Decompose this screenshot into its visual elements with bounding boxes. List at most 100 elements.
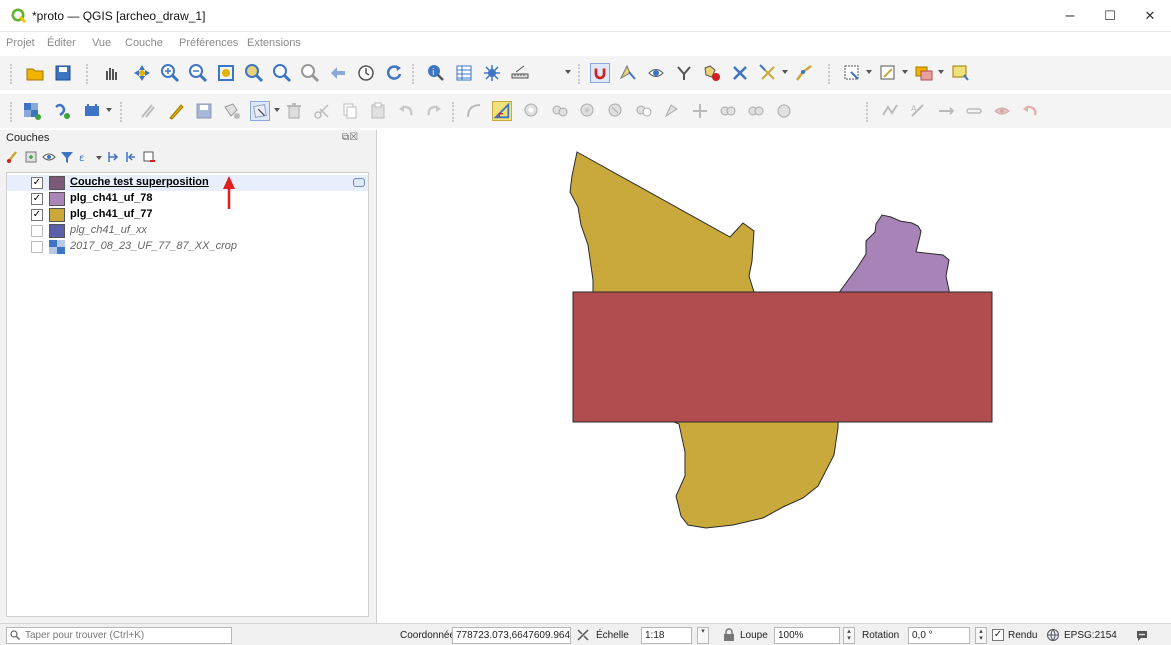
merge-features-icon[interactable] bbox=[774, 101, 794, 121]
menu-couche[interactable]: Couche bbox=[125, 37, 163, 49]
toolbar-grip[interactable] bbox=[452, 102, 455, 122]
select-feature-icon[interactable] bbox=[618, 63, 638, 83]
polygon-couche-test-superposition[interactable] bbox=[572, 291, 993, 423]
zoom-full-icon[interactable] bbox=[216, 63, 236, 83]
temporal-controller-icon[interactable] bbox=[356, 63, 376, 83]
annotation-dropdown-icon[interactable] bbox=[902, 70, 908, 74]
menu-vue[interactable]: Vue bbox=[92, 37, 111, 49]
vertex-tool-icon[interactable] bbox=[250, 101, 270, 121]
layer-row-couche-test-superposition[interactable]: ✓ Couche test superposition bbox=[7, 175, 368, 191]
advanced-digitizing-icon[interactable] bbox=[492, 101, 512, 121]
digitize-curve-icon[interactable] bbox=[464, 101, 484, 121]
annotation-icon[interactable] bbox=[878, 63, 898, 83]
link-label-icon[interactable] bbox=[964, 101, 984, 121]
toolbar-grip[interactable] bbox=[10, 102, 13, 122]
rotate-label-icon[interactable]: A bbox=[908, 101, 928, 121]
vertex-dropdown-icon[interactable] bbox=[274, 108, 280, 112]
menu-projet[interactable]: Projet bbox=[6, 37, 35, 49]
toolbar-grip[interactable] bbox=[412, 64, 415, 84]
panel-float-close-buttons[interactable]: ⧉☒ bbox=[342, 132, 358, 143]
add-group-icon[interactable] bbox=[24, 150, 38, 164]
menu-preferences[interactable]: Préférences bbox=[179, 37, 238, 49]
add-plugin-layer-icon[interactable] bbox=[82, 101, 102, 121]
menu-editer[interactable]: Éditer bbox=[47, 37, 76, 49]
move-label-icon[interactable] bbox=[936, 101, 956, 121]
expand-all-icon[interactable] bbox=[106, 150, 120, 164]
add-part-icon[interactable] bbox=[550, 101, 570, 121]
reshape-icon[interactable] bbox=[662, 101, 682, 121]
manage-map-themes-icon[interactable] bbox=[42, 150, 56, 164]
clear-selection-icon[interactable] bbox=[730, 63, 750, 83]
add-raster-icon[interactable] bbox=[22, 101, 42, 121]
delete-part-icon[interactable] bbox=[634, 101, 654, 121]
coordinate-field[interactable]: 778723.073,6647609.964 bbox=[452, 627, 571, 644]
filter-legend-icon[interactable] bbox=[60, 150, 74, 164]
lock-scale-icon[interactable] bbox=[722, 628, 736, 642]
pan-to-selection-icon[interactable] bbox=[132, 63, 152, 83]
toolbar-grip[interactable] bbox=[578, 64, 581, 84]
layer-visibility-checkbox[interactable] bbox=[31, 225, 43, 237]
scale-dropdown-button[interactable]: ▾ bbox=[697, 627, 709, 644]
zoom-native-icon[interactable] bbox=[300, 63, 320, 83]
select-by-value-icon[interactable] bbox=[646, 63, 666, 83]
magnifier-field[interactable]: 100% bbox=[774, 627, 840, 644]
open-project-icon[interactable] bbox=[25, 63, 45, 83]
zoom-out-icon[interactable] bbox=[188, 63, 208, 83]
save-edits-icon[interactable] bbox=[194, 101, 214, 121]
measure-icon[interactable] bbox=[510, 63, 530, 83]
collapse-all-icon[interactable] bbox=[124, 150, 138, 164]
zoom-in-icon[interactable] bbox=[160, 63, 180, 83]
digitize-dropdown-icon[interactable] bbox=[782, 70, 788, 74]
paste-features-icon[interactable] bbox=[368, 101, 388, 121]
new-layer-icon[interactable] bbox=[950, 63, 970, 83]
toolbar-grip[interactable] bbox=[828, 64, 831, 84]
messages-icon[interactable] bbox=[1135, 628, 1149, 642]
close-button[interactable]: ✕ bbox=[1130, 4, 1170, 28]
layer-row-plg-ch41-uf-xx[interactable]: plg_ch41_uf_xx bbox=[7, 223, 368, 239]
redo-icon[interactable] bbox=[424, 101, 444, 121]
crs-globe-icon[interactable] bbox=[1046, 628, 1060, 642]
current-edits-icon[interactable] bbox=[138, 101, 158, 121]
styling-dropdown-icon[interactable] bbox=[938, 70, 944, 74]
attribute-table-icon[interactable] bbox=[454, 63, 474, 83]
menu-extensions[interactable]: Extensions bbox=[247, 37, 301, 49]
zoom-to-layer-icon[interactable] bbox=[272, 63, 292, 83]
refresh-icon[interactable] bbox=[384, 63, 404, 83]
select-rectangle-icon[interactable] bbox=[842, 63, 862, 83]
toolbar-grip[interactable] bbox=[866, 102, 869, 122]
fill-ring-icon[interactable] bbox=[578, 101, 598, 121]
locator-search-input[interactable]: Taper pour trouver (Ctrl+K) bbox=[6, 627, 232, 644]
show-hide-label-icon[interactable] bbox=[992, 101, 1012, 121]
minimize-button[interactable]: – bbox=[1050, 4, 1090, 28]
filter-expression-dropdown-icon[interactable] bbox=[96, 156, 102, 160]
toggle-editing-icon[interactable] bbox=[166, 101, 186, 121]
identify-icon[interactable]: i bbox=[426, 63, 446, 83]
crs-label[interactable]: EPSG:2154 bbox=[1064, 630, 1117, 641]
add-layer-dropdown-icon[interactable] bbox=[106, 108, 112, 112]
rotation-spinner[interactable]: ▴ ▾ bbox=[975, 627, 987, 644]
render-checkbox[interactable]: ✓ bbox=[992, 629, 1004, 641]
undo-icon[interactable] bbox=[396, 101, 416, 121]
layer-visibility-checkbox[interactable]: ✓ bbox=[31, 209, 43, 221]
snapping-magnet-icon[interactable] bbox=[590, 63, 610, 83]
toolbar-grip[interactable] bbox=[120, 102, 123, 122]
layer-styling-icon[interactable] bbox=[914, 63, 934, 83]
add-ring-icon[interactable] bbox=[522, 101, 542, 121]
layer-visibility-checkbox[interactable]: ✓ bbox=[31, 177, 43, 189]
add-polygon-feature-icon[interactable] bbox=[222, 101, 242, 121]
copy-features-icon[interactable] bbox=[340, 101, 360, 121]
toolbar-grip[interactable] bbox=[86, 64, 89, 84]
open-styling-icon[interactable] bbox=[6, 150, 20, 164]
cut-features-icon[interactable] bbox=[312, 101, 332, 121]
map-canvas[interactable] bbox=[378, 130, 1171, 623]
add-vector-icon[interactable] bbox=[52, 101, 72, 121]
layer-visibility-checkbox[interactable] bbox=[31, 241, 43, 253]
node-tool-icon[interactable] bbox=[794, 63, 814, 83]
offset-curve-icon[interactable] bbox=[690, 101, 710, 121]
deselect-icon[interactable] bbox=[674, 63, 694, 83]
filter-icon[interactable] bbox=[702, 63, 722, 83]
simplify-icon[interactable] bbox=[880, 101, 900, 121]
zoom-to-selection-icon[interactable] bbox=[244, 63, 264, 83]
remove-layer-icon[interactable] bbox=[142, 150, 156, 164]
filter-expression-icon[interactable]: ε bbox=[78, 150, 92, 164]
